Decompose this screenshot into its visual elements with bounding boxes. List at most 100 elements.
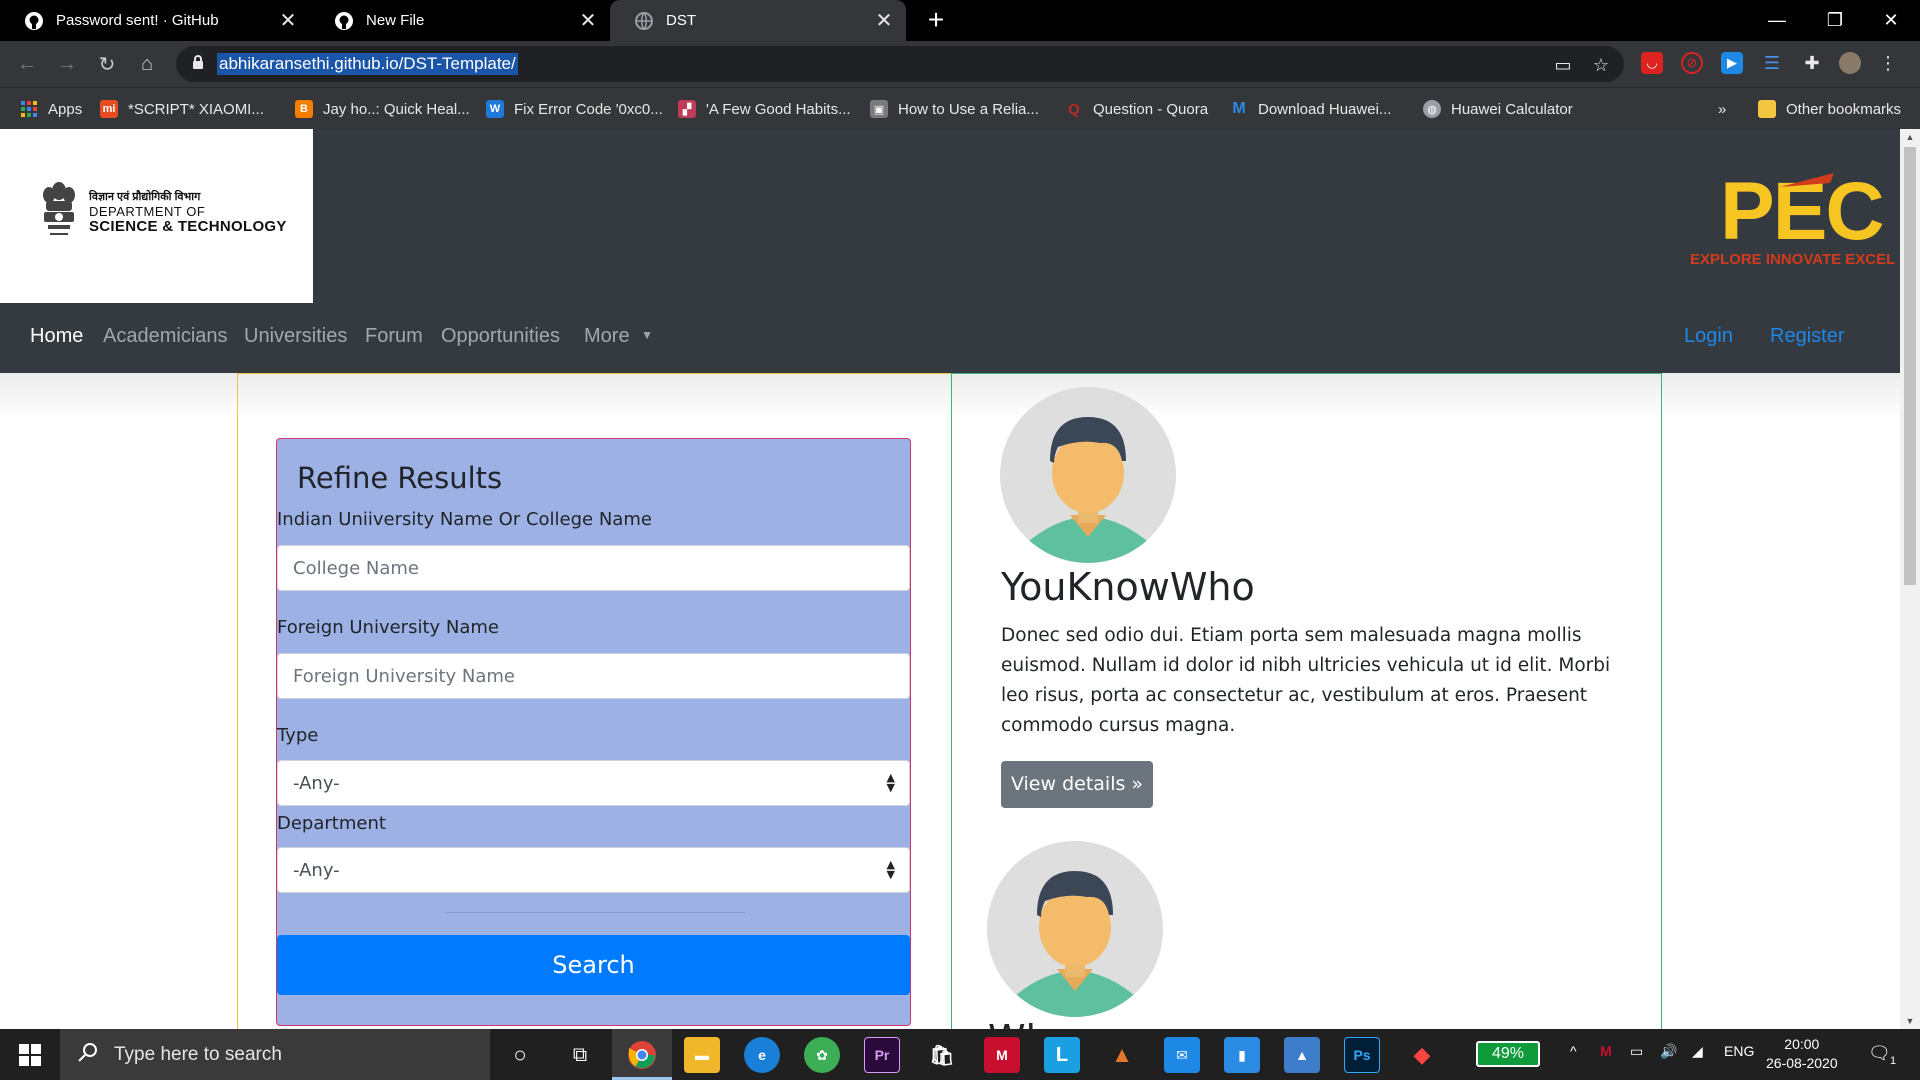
star-icon[interactable]: ☆ bbox=[1590, 54, 1612, 76]
close-icon[interactable]: ✕ bbox=[872, 9, 896, 33]
pec-logo[interactable]: PEC EXPLORE INNOVATE EXCEL bbox=[1690, 171, 1900, 271]
address-bar[interactable]: abhikaransethi.github.io/DST-Template/ ▭… bbox=[176, 46, 1624, 82]
close-icon[interactable]: ✕ bbox=[576, 9, 600, 33]
page-scrollbar[interactable]: ▲ ▼ bbox=[1900, 129, 1920, 1029]
cortana-icon[interactable]: ○ bbox=[502, 1037, 538, 1073]
bookmark-huawei-download[interactable]: M Download Huawei... bbox=[1230, 97, 1391, 121]
view-details-button[interactable]: View details » bbox=[1001, 761, 1153, 808]
chrome-icon[interactable] bbox=[624, 1037, 660, 1073]
dst-dept-text: DEPARTMENT OF bbox=[89, 204, 206, 219]
chevron-up-icon[interactable]: ^ bbox=[1570, 1043, 1577, 1059]
search-button[interactable]: Search bbox=[277, 935, 910, 995]
person-icon bbox=[987, 841, 1163, 1017]
bookmark-quickheal[interactable]: B Jay ho..: Quick Heal... bbox=[295, 97, 470, 121]
scrollbar-thumb[interactable] bbox=[1904, 147, 1916, 585]
notification-icon[interactable]: 🗨 bbox=[1868, 1043, 1891, 1064]
type-select[interactable]: -Any- ▲ ▼ bbox=[277, 760, 910, 806]
forward-icon[interactable]: → bbox=[52, 49, 82, 79]
language-indicator[interactable]: ENG bbox=[1724, 1043, 1754, 1059]
search-icon bbox=[78, 1042, 98, 1067]
nav-home[interactable]: Home bbox=[30, 325, 83, 348]
phone-icon[interactable]: ▮ bbox=[1224, 1037, 1260, 1073]
menu-icon[interactable]: ⋮ bbox=[1877, 52, 1899, 74]
college-name-input[interactable]: College Name bbox=[277, 545, 910, 591]
matlab-icon[interactable]: ▲ bbox=[1104, 1037, 1140, 1073]
clock[interactable]: 20:00 26-08-2020 bbox=[1766, 1035, 1838, 1073]
git-icon[interactable]: ◆ bbox=[1404, 1037, 1440, 1073]
battery-icon[interactable]: ▭ bbox=[1630, 1043, 1643, 1060]
window-close-icon[interactable]: ✕ bbox=[1862, 0, 1920, 41]
cast-icon[interactable]: ▭ bbox=[1552, 54, 1574, 76]
mcafee-icon[interactable]: M bbox=[984, 1037, 1020, 1073]
clock-time: 20:00 bbox=[1784, 1036, 1820, 1052]
github-icon bbox=[24, 11, 44, 31]
file-explorer-icon[interactable]: ▬ bbox=[684, 1037, 720, 1073]
photoshop-icon[interactable]: Ps bbox=[1344, 1037, 1380, 1073]
task-view-icon[interactable]: ⧉ bbox=[562, 1037, 598, 1073]
dst-logo[interactable]: विज्ञान एवं प्रौद्योगिकी विभाग DEPARTMEN… bbox=[0, 129, 313, 303]
bookmark-good-habits[interactable]: ▞ 'A Few Good Habits... bbox=[678, 97, 851, 121]
pocket-icon[interactable]: ◡ bbox=[1641, 52, 1663, 74]
department-select[interactable]: -Any- ▲ ▼ bbox=[277, 847, 910, 893]
bookmark-huawei-calculator[interactable]: ◍ Huawei Calculator bbox=[1423, 97, 1573, 121]
nav-academicians[interactable]: Academicians bbox=[103, 325, 228, 348]
home-icon[interactable]: ⌂ bbox=[132, 49, 162, 79]
scroll-up-icon[interactable]: ▲ bbox=[1900, 129, 1920, 145]
profile-avatar[interactable] bbox=[1839, 52, 1861, 74]
bookmark-label: How to Use a Relia... bbox=[898, 100, 1039, 118]
battery-meter[interactable]: 49% bbox=[1476, 1041, 1540, 1067]
volume-icon[interactable]: 🔊 bbox=[1660, 1043, 1677, 1060]
scroll-down-icon[interactable]: ▼ bbox=[1900, 1013, 1920, 1029]
photos-icon[interactable]: ▲ bbox=[1284, 1037, 1320, 1073]
tab-dst[interactable]: DST ✕ bbox=[610, 0, 906, 41]
reload-icon[interactable]: ↻ bbox=[92, 49, 122, 79]
lock-icon bbox=[192, 55, 204, 75]
tab-title: New File bbox=[366, 12, 425, 29]
minimize-icon[interactable]: — bbox=[1748, 0, 1806, 41]
person-name-partial: Wh bbox=[988, 1017, 1050, 1029]
tab-new-file[interactable]: New File ✕ bbox=[310, 0, 610, 41]
bookmark-how-to-use[interactable]: ▣ How to Use a Relia... bbox=[870, 97, 1039, 121]
avatar bbox=[1000, 387, 1176, 563]
bookmarks-overflow-icon[interactable]: » bbox=[1718, 97, 1726, 121]
taskbar-search-box[interactable]: Type here to search bbox=[60, 1029, 490, 1080]
close-icon[interactable]: ✕ bbox=[276, 9, 300, 33]
nav-forum[interactable]: Forum bbox=[365, 325, 423, 348]
mail-icon[interactable]: ✉ bbox=[1164, 1037, 1200, 1073]
bookmark-label: Fix Error Code '0xc0... bbox=[514, 100, 663, 118]
puzzle-icon[interactable]: ✚ bbox=[1801, 52, 1823, 74]
premiere-icon[interactable]: Pr bbox=[864, 1037, 900, 1073]
register-link[interactable]: Register bbox=[1770, 325, 1844, 348]
tab-title: Password sent! · GitHub bbox=[56, 12, 219, 29]
list-icon[interactable]: ☰ bbox=[1761, 52, 1783, 74]
nav-opportunities[interactable]: Opportunities bbox=[441, 325, 560, 348]
url-text[interactable]: abhikaransethi.github.io/DST-Template/ bbox=[217, 53, 518, 75]
login-link[interactable]: Login bbox=[1684, 325, 1733, 348]
bookmark-fix-error[interactable]: W Fix Error Code '0xc0... bbox=[486, 97, 663, 121]
bookmark-other[interactable]: Other bookmarks bbox=[1758, 97, 1901, 121]
bookmark-label: Jay ho..: Quick Heal... bbox=[323, 100, 470, 118]
apps-grid-icon bbox=[20, 100, 38, 118]
restore-icon[interactable]: ❐ bbox=[1806, 0, 1864, 41]
extension-icon[interactable]: ▶ bbox=[1721, 52, 1743, 74]
foreign-university-input[interactable]: Foreign University Name bbox=[277, 653, 910, 699]
nav-more[interactable]: More ▼ bbox=[584, 325, 653, 348]
globe-icon: ◍ bbox=[1423, 100, 1441, 118]
app-green-icon[interactable]: ✿ bbox=[804, 1037, 840, 1073]
app-l-icon[interactable]: L bbox=[1044, 1037, 1080, 1073]
tab-github-password[interactable]: Password sent! · GitHub ✕ bbox=[0, 0, 310, 41]
mcafee-tray-icon[interactable]: M bbox=[1600, 1043, 1612, 1059]
bookmark-apps[interactable]: Apps bbox=[20, 97, 82, 121]
nav-universities[interactable]: Universities bbox=[244, 325, 347, 348]
new-tab-button[interactable]: + bbox=[922, 6, 950, 34]
windows-start-icon[interactable] bbox=[0, 1029, 60, 1080]
globe-icon bbox=[634, 11, 654, 31]
back-icon[interactable]: ← bbox=[12, 49, 42, 79]
store-icon[interactable]: 🛍 bbox=[924, 1037, 960, 1073]
wifi-icon[interactable]: ◢ bbox=[1692, 1043, 1703, 1060]
bookmark-xiaomi[interactable]: mi *SCRIPT* XIAOMI... bbox=[100, 97, 264, 121]
edge-icon[interactable]: e bbox=[744, 1037, 780, 1073]
blocker-icon[interactable]: ⊘ bbox=[1681, 52, 1703, 74]
bookmark-quora[interactable]: Q Question - Quora bbox=[1065, 97, 1208, 121]
folder-icon bbox=[1758, 100, 1776, 118]
